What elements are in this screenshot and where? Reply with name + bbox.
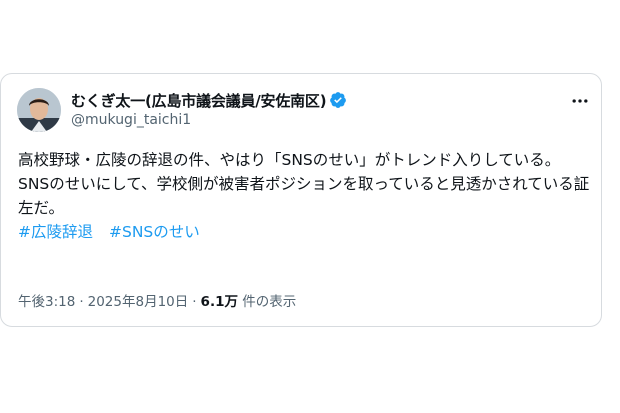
tweet-text: 高校野球・広陵の辞退の件、やはり「SNSのせい」がトレンド入りしている。 SNS… bbox=[18, 148, 590, 244]
more-options-button[interactable] bbox=[569, 90, 591, 112]
meta-separator: · bbox=[79, 294, 84, 310]
hashtag-link[interactable]: #広陵辞退 bbox=[18, 223, 93, 241]
more-horizontal-icon bbox=[572, 99, 588, 103]
views-label: 件の表示 bbox=[242, 294, 297, 310]
verified-badge-icon bbox=[329, 91, 347, 109]
tweet-time[interactable]: 午後3:18 bbox=[18, 294, 75, 310]
meta-separator: · bbox=[192, 294, 197, 310]
tweet-text-paragraph-1: 高校野球・広陵の辞退の件、やはり「SNSのせい」がトレンド入りしている。 bbox=[18, 151, 561, 169]
tweet-meta: 午後3:18 · 2025年8月10日 · 6.1万 件の表示 bbox=[18, 290, 296, 310]
tweet-text-paragraph-2: SNSのせいにして、学校側が被害者ポジションを取っていると見透かされている証左だ… bbox=[18, 175, 590, 217]
tweet-card[interactable]: むくぎ太一(広島市議会議員/安佐南区) @mukugi_taichi1 高校野球… bbox=[0, 73, 602, 327]
hashtag-row: #広陵辞退 #SNSのせい bbox=[18, 220, 590, 244]
author-name-row[interactable]: むくぎ太一(広島市議会議員/安佐南区) bbox=[71, 90, 347, 110]
profile-photo-icon bbox=[17, 88, 61, 132]
views-count: 6.1万 bbox=[200, 294, 238, 310]
author-display-name[interactable]: むくぎ太一(広島市議会議員/安佐南区) bbox=[71, 90, 327, 111]
avatar[interactable] bbox=[17, 88, 61, 132]
tweet-date[interactable]: 2025年8月10日 bbox=[88, 294, 189, 310]
hashtag-link[interactable]: #SNSのせい bbox=[109, 223, 200, 241]
author-handle[interactable]: @mukugi_taichi1 bbox=[71, 112, 191, 128]
